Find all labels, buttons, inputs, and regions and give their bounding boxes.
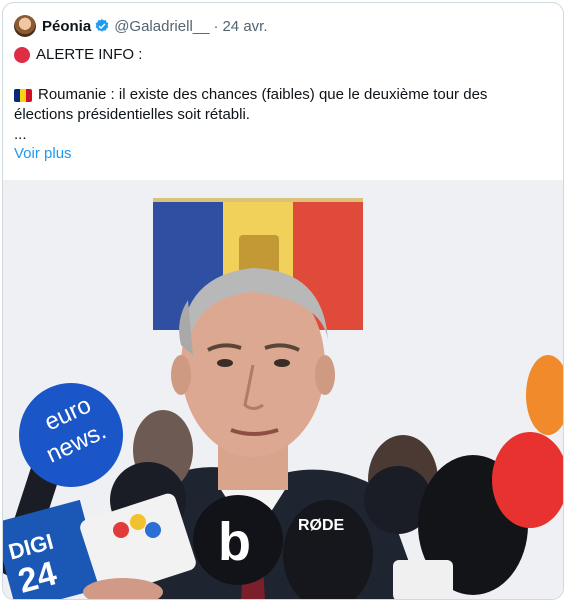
romania-flag-icon bbox=[14, 88, 32, 102]
avatar[interactable] bbox=[14, 15, 36, 37]
tweet-date[interactable]: 24 avr. bbox=[222, 18, 267, 35]
alert-text: ALERTE INFO : bbox=[36, 46, 143, 63]
tweet-line-3: élections présidentielles soit rétabli. bbox=[14, 106, 250, 123]
tweet-card[interactable]: Péonia @Galadriell__ · 24 avr. ALERTE IN… bbox=[2, 2, 564, 600]
tweet-line-2: Roumanie : il existe des chances (faible… bbox=[38, 86, 488, 103]
romania-line: Roumanie : il existe des chances (faible… bbox=[14, 85, 534, 105]
b1-mic: b bbox=[193, 495, 283, 585]
author-handle[interactable]: @Galadriell__ bbox=[114, 18, 209, 35]
show-more-link[interactable]: Voir plus bbox=[14, 145, 72, 162]
press-conference-photo: euro news. DIGI 24 b RØDE bbox=[3, 180, 563, 599]
separator-dot: · bbox=[213, 17, 219, 35]
red-circle-icon bbox=[14, 47, 30, 63]
svg-text:RØDE: RØDE bbox=[298, 517, 345, 534]
author-name[interactable]: Péonia bbox=[42, 18, 91, 35]
svg-text:b: b bbox=[218, 512, 251, 572]
tweet-text: ALERTE INFO : Roumanie : il existe des c… bbox=[14, 45, 534, 145]
alert-line: ALERTE INFO : bbox=[14, 45, 534, 65]
tweet-header: Péonia @Galadriell__ · 24 avr. bbox=[14, 15, 268, 37]
tweet-photo[interactable]: euro news. DIGI 24 b RØDE bbox=[3, 180, 563, 599]
verified-badge-icon bbox=[95, 19, 109, 32]
tweet-line-4: ... bbox=[14, 126, 27, 143]
